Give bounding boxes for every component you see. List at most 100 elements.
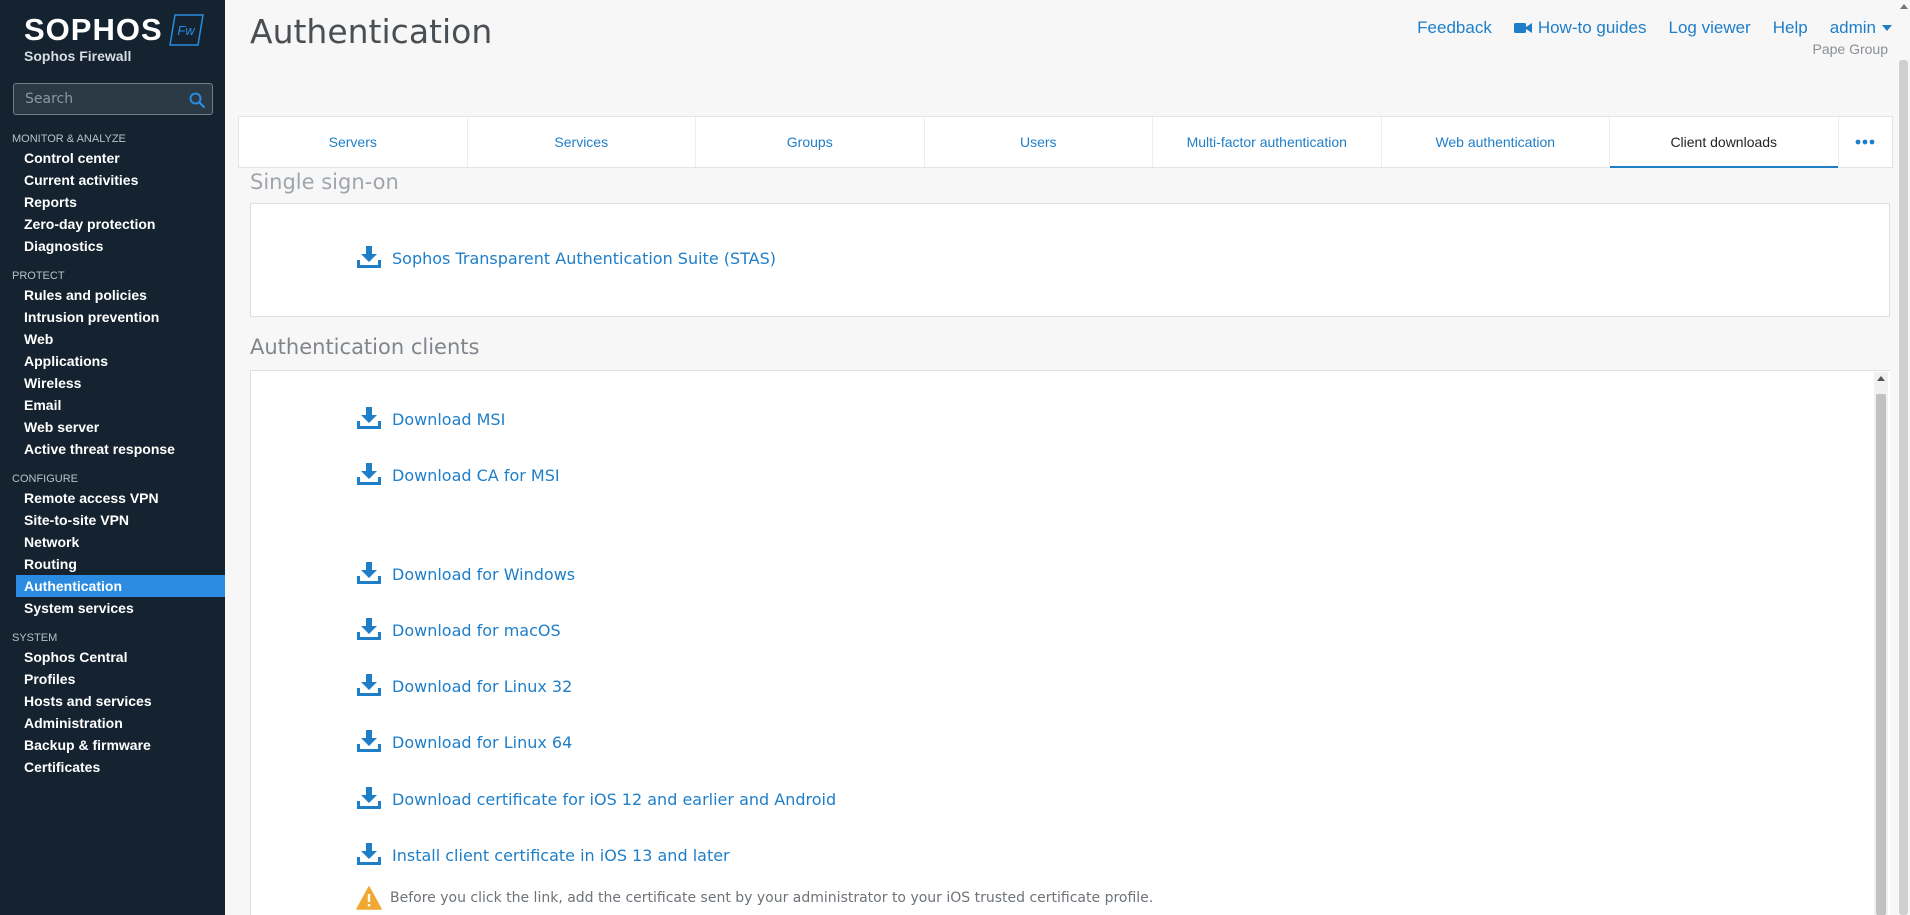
panel-scrollbar[interactable] (1874, 372, 1888, 915)
nav-item-certificates[interactable]: Certificates (0, 756, 225, 778)
download-msi-link[interactable]: Download MSI (356, 407, 505, 431)
page-scroll-up-arrow-icon[interactable] (1900, 4, 1908, 9)
search-box (13, 83, 213, 115)
video-camera-icon (1513, 23, 1532, 33)
howto-guides-link[interactable]: How-to guides (1513, 18, 1647, 38)
nav-heading: PROTECT (12, 270, 65, 282)
help-link[interactable]: Help (1773, 18, 1808, 38)
organization-name: Pape Group (1812, 41, 1889, 57)
tab-web-authentication[interactable]: Web authentication (1382, 117, 1610, 167)
nav-item-site-to-site-vpn[interactable]: Site-to-site VPN (0, 509, 225, 531)
download-ca-msi-label: Download CA for MSI (392, 465, 560, 485)
nav-section-configure: CONFIGURE Remote access VPN Site-to-site… (0, 472, 225, 619)
nav-item-sophos-central[interactable]: Sophos Central (0, 646, 225, 668)
warning-icon (356, 886, 382, 910)
nav-item-authentication[interactable]: Authentication (16, 575, 225, 597)
nav-item-backup-firmware[interactable]: Backup & firmware (0, 734, 225, 756)
download-msi-label: Download MSI (392, 409, 506, 429)
nav-item-administration[interactable]: Administration (0, 712, 225, 734)
admin-label: admin (1829, 18, 1876, 37)
feedback-link[interactable]: Feedback (1417, 18, 1492, 38)
nav-heading: CONFIGURE (12, 473, 78, 485)
caret-down-icon (1882, 25, 1892, 31)
nav-section-system: SYSTEM Sophos Central Profiles Hosts and… (0, 631, 225, 778)
page-title: Authentication (250, 12, 493, 51)
clients-section-title: Authentication clients (250, 335, 480, 359)
download-ios12-android-cert-link[interactable]: Download certificate for iOS 12 and earl… (356, 787, 836, 811)
download-icon (357, 407, 381, 429)
nav-item-web[interactable]: Web (0, 328, 225, 350)
download-icon (357, 730, 381, 752)
nav-item-routing[interactable]: Routing (0, 553, 225, 575)
nav-item-reports[interactable]: Reports (0, 191, 225, 213)
fw-badge-icon: Fw (169, 14, 204, 46)
scroll-up-arrow-icon[interactable] (1877, 376, 1885, 381)
download-macos-label: Download for macOS (392, 620, 561, 640)
nav-section-monitor: MONITOR & ANALYZE Control center Current… (0, 132, 225, 257)
nav-item-current-activities[interactable]: Current activities (0, 169, 225, 191)
download-ios12-android-cert-label: Download certificate for iOS 12 and earl… (392, 789, 837, 809)
more-tabs-button[interactable] (1839, 117, 1893, 167)
tab-servers[interactable]: Servers (239, 117, 468, 167)
scrollbar-thumb[interactable] (1876, 394, 1886, 915)
download-icon (357, 674, 381, 696)
brand-logo[interactable]: SOPHOS Sophos Firewall Fw (24, 14, 204, 70)
fw-badge-text: Fw (177, 23, 196, 38)
log-viewer-link[interactable]: Log viewer (1669, 18, 1751, 38)
search-icon[interactable] (188, 91, 206, 109)
install-ios13-cert-link[interactable]: Install client certificate in iOS 13 and… (356, 843, 730, 867)
tab-client-downloads[interactable]: Client downloads (1610, 117, 1839, 168)
download-linux64-link[interactable]: Download for Linux 64 (356, 730, 572, 754)
nav-item-web-server[interactable]: Web server (0, 416, 225, 438)
admin-menu[interactable]: admin (1830, 18, 1892, 38)
download-icon (357, 787, 381, 809)
sidebar: SOPHOS Sophos Firewall Fw MONITOR & ANAL… (0, 0, 225, 915)
nav-item-applications[interactable]: Applications (0, 350, 225, 372)
nav-item-hosts-and-services[interactable]: Hosts and services (0, 690, 225, 712)
download-icon (357, 843, 381, 865)
tab-services[interactable]: Services (468, 117, 696, 167)
download-stas-label: Sophos Transparent Authentication Suite … (392, 248, 777, 268)
warning-text: Before you click the link, add the certi… (390, 890, 1154, 906)
search-input[interactable] (14, 84, 212, 114)
nav-section-protect: PROTECT Rules and policies Intrusion pre… (0, 269, 225, 460)
download-icon (357, 618, 381, 640)
download-stas-link[interactable]: Sophos Transparent Authentication Suite … (356, 246, 776, 270)
sso-panel: Sophos Transparent Authentication Suite … (250, 203, 1890, 317)
more-dots-icon (1855, 139, 1875, 145)
download-linux64-label: Download for Linux 64 (392, 732, 573, 752)
tab-groups[interactable]: Groups (696, 117, 925, 167)
download-macos-link[interactable]: Download for macOS (356, 618, 561, 642)
download-ca-msi-link[interactable]: Download CA for MSI (356, 463, 560, 487)
nav-item-profiles[interactable]: Profiles (0, 668, 225, 690)
nav-item-email[interactable]: Email (0, 394, 225, 416)
nav-heading: SYSTEM (12, 632, 58, 644)
sso-section-title: Single sign-on (250, 170, 399, 194)
page-scrollbar[interactable] (1898, 0, 1910, 915)
brand-product: Sophos Firewall (24, 48, 132, 64)
nav-heading: MONITOR & ANALYZE (12, 133, 126, 145)
clients-panel: Download MSI Download CA for MSI Downloa… (250, 370, 1890, 915)
nav-item-network[interactable]: Network (0, 531, 225, 553)
sidebar-nav: MONITOR & ANALYZE Control center Current… (0, 132, 225, 790)
page-scrollbar-thumb[interactable] (1899, 60, 1908, 915)
nav-item-rules-and-policies[interactable]: Rules and policies (0, 284, 225, 306)
nav-item-control-center[interactable]: Control center (0, 147, 225, 169)
nav-item-active-threat-response[interactable]: Active threat response (0, 438, 225, 460)
howto-guides-label: How-to guides (1537, 18, 1647, 37)
install-ios13-cert-label: Install client certificate in iOS 13 and… (392, 845, 730, 865)
download-linux32-label: Download for Linux 32 (392, 676, 573, 696)
nav-item-remote-access-vpn[interactable]: Remote access VPN (0, 487, 225, 509)
nav-item-wireless[interactable]: Wireless (0, 372, 225, 394)
nav-item-intrusion-prevention[interactable]: Intrusion prevention (0, 306, 225, 328)
tab-users[interactable]: Users (925, 117, 1153, 167)
nav-item-diagnostics[interactable]: Diagnostics (0, 235, 225, 257)
top-links: Feedback How-to guides Log viewer Help a… (1395, 18, 1892, 38)
download-windows-link[interactable]: Download for Windows (356, 562, 575, 586)
tab-multi-factor-authentication[interactable]: Multi-factor authentication (1153, 117, 1382, 167)
nav-item-zero-day-protection[interactable]: Zero-day protection (0, 213, 225, 235)
nav-item-system-services[interactable]: System services (0, 597, 225, 619)
tab-bar: Servers Services Groups Users Multi-fact… (238, 116, 1893, 168)
download-icon (357, 562, 381, 584)
download-linux32-link[interactable]: Download for Linux 32 (356, 674, 572, 698)
